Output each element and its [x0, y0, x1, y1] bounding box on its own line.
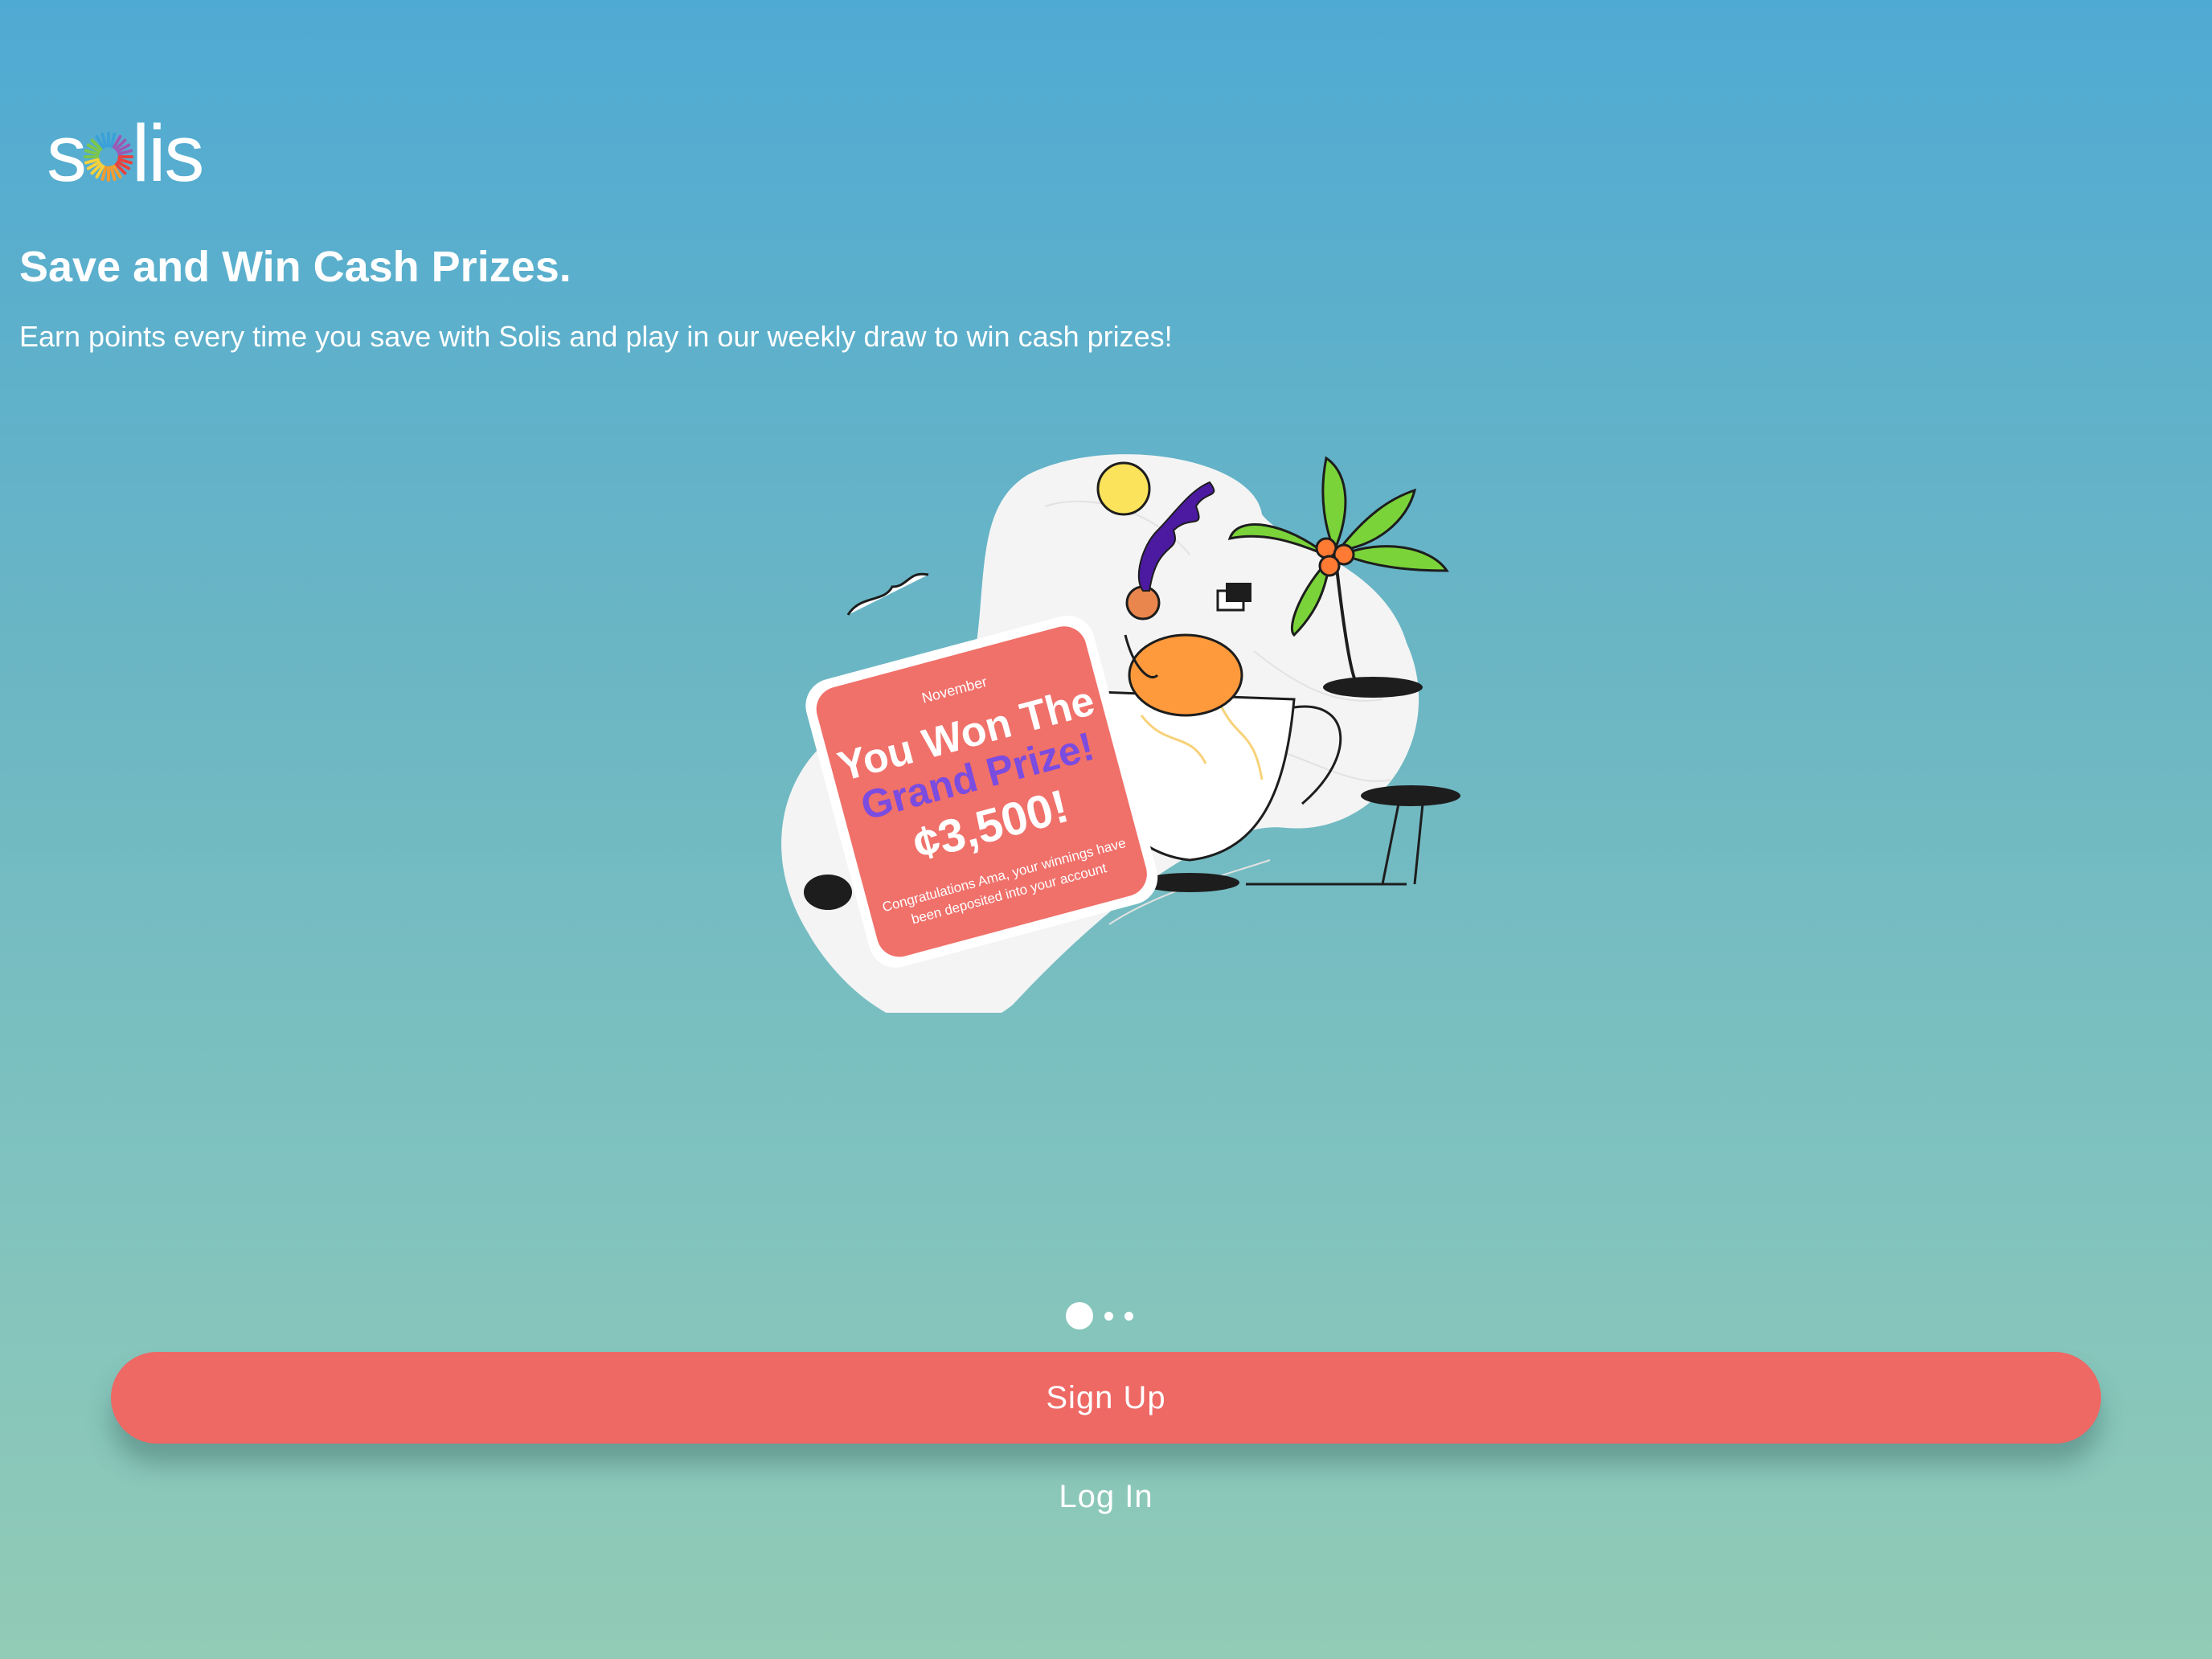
page-title: Save and Win Cash Prizes.	[19, 243, 571, 291]
page-description: Earn points every time you save with Sol…	[19, 320, 1173, 353]
page-dot[interactable]	[1104, 1311, 1113, 1321]
shadow-shape	[804, 875, 852, 910]
sign-up-button[interactable]: Sign Up	[111, 1352, 2101, 1444]
page-indicator	[1066, 1302, 1133, 1329]
sun-burst-icon	[84, 132, 133, 182]
logo-text-right: lis	[132, 109, 204, 199]
cloud-shape	[846, 572, 929, 616]
sun-icon	[1096, 461, 1151, 516]
logo-text-left: s	[47, 109, 87, 199]
solis-logo: s lis	[47, 113, 204, 194]
page-dot-active[interactable]	[1066, 1302, 1093, 1329]
log-in-button[interactable]: Log In	[985, 1473, 1227, 1521]
page-dot[interactable]	[1124, 1311, 1133, 1321]
prize-illustration: November You Won The Grand Prize! ¢3,500…	[781, 454, 1460, 1013]
